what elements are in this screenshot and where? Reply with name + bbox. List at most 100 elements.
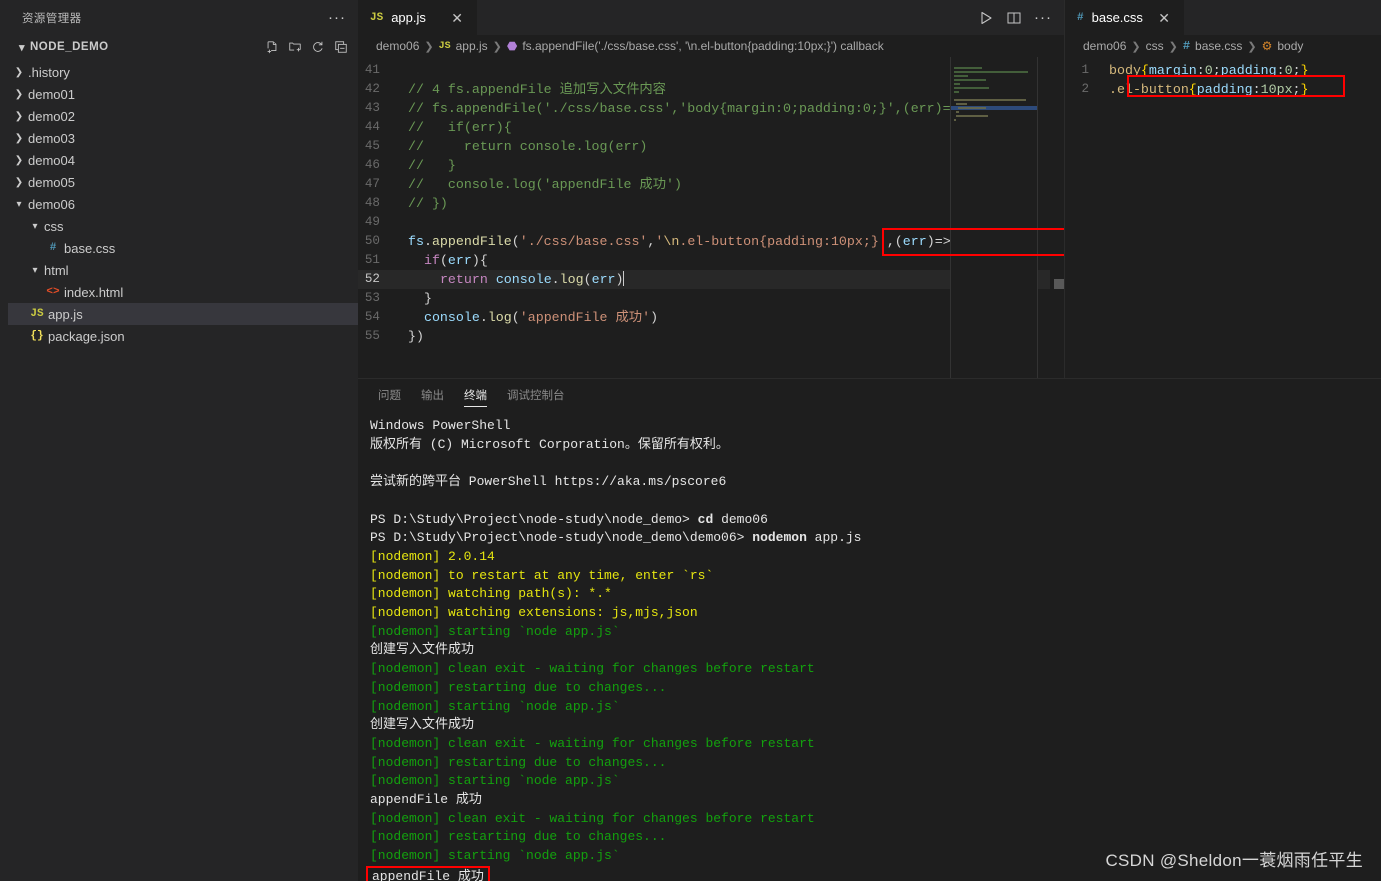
tree-item-html[interactable]: ▾ html: [8, 259, 358, 281]
tabbar-left: JS app.js ✕ ···: [358, 0, 1064, 35]
terminal-line: [nodemon] clean exit - waiting for chang…: [370, 735, 1381, 754]
refresh-icon[interactable]: [311, 40, 325, 54]
terminal-text: [nodemon] restarting due to changes...: [370, 679, 667, 695]
code-text: // if(err){: [408, 120, 512, 135]
code-editor-app-js[interactable]: 41 42 // 4 fs.appendFile 追加写入文件内容 43 // fs.a…: [358, 57, 1064, 378]
tree-item-demo04[interactable]: ❯ demo04: [8, 149, 358, 171]
line-number: 55: [364, 329, 380, 343]
line-number: 51: [364, 253, 380, 267]
tab-label: app.js: [391, 10, 426, 25]
breadcrumb-item-symbol[interactable]: body: [1277, 39, 1303, 53]
tab-base-css[interactable]: # base.css ✕: [1065, 0, 1185, 35]
terminal-row: PS D:\Study\Project\node-study\node_demo…: [370, 511, 1381, 530]
more-actions-icon[interactable]: ···: [1034, 10, 1052, 25]
tree-item-demo02[interactable]: ❯ demo02: [8, 105, 358, 127]
terminal-text: [nodemon] watching extensions: js,mjs,js…: [370, 605, 698, 621]
terminal-line: appendFile 成功: [370, 791, 1381, 810]
panel-tab-调试控制台[interactable]: 调试控制台: [507, 379, 565, 411]
chevron-down-icon[interactable]: ▾: [28, 265, 42, 276]
breadcrumb-item-symbol[interactable]: fs.appendFile('./css/base.css', '\n.el-b…: [522, 39, 883, 53]
code-line: 1 body{margin:0;padding:0;}: [1065, 61, 1381, 80]
terminal-row: [370, 492, 1381, 511]
css-file-icon: #: [1182, 39, 1191, 53]
tree-item-label: index.html: [64, 284, 124, 300]
tree-item-label: css: [44, 218, 64, 234]
minimap[interactable]: [950, 57, 1038, 378]
tree-item-base-css[interactable]: # base.css: [8, 237, 358, 259]
explorer-more-icon[interactable]: ···: [328, 10, 346, 25]
terminal-row: [nodemon] clean exit - waiting for chang…: [370, 735, 1381, 754]
minimap-segment: [954, 119, 957, 121]
chevron-right-icon[interactable]: ❯: [12, 111, 26, 122]
explorer-actions: [265, 40, 348, 54]
code-editor-base-css[interactable]: 1 body{margin:0;padding:0;} 2 .el-button{pa…: [1065, 57, 1381, 378]
terminal-line: [nodemon] starting `node app.js`: [370, 623, 1381, 642]
chevron-right-icon: ❯: [1131, 40, 1141, 53]
breadcrumb-item-file[interactable]: base.css: [1195, 39, 1242, 53]
minimap-segment: [954, 79, 986, 81]
tree-item-package-json[interactable]: {} package.json: [8, 325, 358, 347]
chevron-right-icon[interactable]: ❯: [12, 155, 26, 166]
new-folder-icon[interactable]: [288, 40, 302, 54]
tree-item-css[interactable]: ▾ css: [8, 215, 358, 237]
code-text: console.log('appendFile 成功'): [423, 310, 659, 325]
split-editor-icon[interactable]: [1006, 10, 1022, 26]
panel-tab-问题[interactable]: 问题: [378, 379, 401, 411]
close-icon[interactable]: ✕: [1154, 11, 1174, 25]
chevron-down-icon[interactable]: ▾: [12, 199, 26, 210]
tree-item-app-js[interactable]: JS app.js: [8, 303, 358, 325]
editor-vertical-scrollbar[interactable]: [1050, 57, 1064, 378]
symbol-function-icon: ⬣: [506, 39, 518, 53]
editor-split-sash[interactable]: [1054, 279, 1064, 289]
terminal-row: PS D:\Study\Project\node-study\node_demo…: [370, 529, 1381, 548]
chevron-down-icon[interactable]: ▾: [14, 41, 30, 54]
workspace-section-header[interactable]: ▾ NODE_DEMO: [8, 35, 358, 59]
panel-tab-终端[interactable]: 终端: [464, 379, 487, 411]
minimap-slider[interactable]: [950, 57, 1038, 378]
chevron-right-icon: ❯: [424, 40, 434, 53]
vscode-window: 资源管理器 ··· ▾ NODE_DEMO ❯ .history ❯ demo0…: [0, 0, 1381, 881]
breadcrumb-item-folder[interactable]: demo06: [1083, 39, 1126, 53]
css-file-icon: #: [49, 242, 57, 254]
code-line: 2 .el-button{padding:10px;}: [1065, 80, 1381, 99]
terminal-text: [nodemon] starting `node app.js`: [370, 773, 620, 789]
chevron-right-icon[interactable]: ❯: [12, 67, 26, 78]
breadcrumb-item-file[interactable]: app.js: [456, 39, 488, 53]
tree-item-index-html[interactable]: <> index.html: [8, 281, 358, 303]
line-number: 46: [364, 158, 380, 172]
minimap-segment: [954, 83, 961, 85]
breadcrumb-base-css: demo06 ❯ css ❯ # base.css ❯ ⚙ body: [1065, 35, 1381, 57]
close-icon[interactable]: ✕: [447, 11, 467, 25]
tab-app-js[interactable]: JS app.js ✕: [358, 0, 478, 35]
code-lines: 1 body{margin:0;padding:0;} 2 .el-button{pa…: [1065, 57, 1381, 99]
minimap-segment: [956, 111, 960, 113]
html-file-icon: <>: [46, 286, 60, 298]
terminal-output[interactable]: Windows PowerShell 版权所有 (C) Microsoft Cor…: [358, 411, 1381, 881]
run-code-icon[interactable]: [978, 10, 994, 26]
breadcrumb-item-subfolder[interactable]: css: [1146, 39, 1164, 53]
tree-item-demo05[interactable]: ❯ demo05: [8, 171, 358, 193]
new-file-icon[interactable]: [265, 40, 279, 54]
file-tree: ❯ .history ❯ demo01 ❯ demo02 ❯ demo03 ❯ demo04 ❯ de…: [8, 59, 358, 347]
minimap-segment: [954, 75, 968, 77]
line-number: 45: [364, 139, 380, 153]
breadcrumb-item-folder[interactable]: demo06: [376, 39, 419, 53]
chevron-down-icon[interactable]: ▾: [28, 221, 42, 232]
chevron-right-icon[interactable]: ❯: [12, 89, 26, 100]
terminal-line: 版权所有 (C) Microsoft Corporation。保留所有权利。: [370, 436, 1381, 455]
chevron-right-icon[interactable]: ❯: [12, 177, 26, 188]
terminal-line: [nodemon] watching extensions: js,mjs,js…: [370, 604, 1381, 623]
terminal-text: demo06: [713, 511, 768, 527]
panel-tab-输出[interactable]: 输出: [421, 379, 444, 411]
tree-item--history[interactable]: ❯ .history: [8, 61, 358, 83]
tree-item-demo06[interactable]: ▾ demo06: [8, 193, 358, 215]
line-number: 54: [364, 310, 380, 324]
tree-item-label: demo06: [28, 196, 75, 212]
tree-item-demo01[interactable]: ❯ demo01: [8, 83, 358, 105]
collapse-all-icon[interactable]: [334, 40, 348, 54]
js-file-icon: JS: [30, 308, 44, 320]
tree-item-demo03[interactable]: ❯ demo03: [8, 127, 358, 149]
chevron-right-icon[interactable]: ❯: [12, 133, 26, 144]
